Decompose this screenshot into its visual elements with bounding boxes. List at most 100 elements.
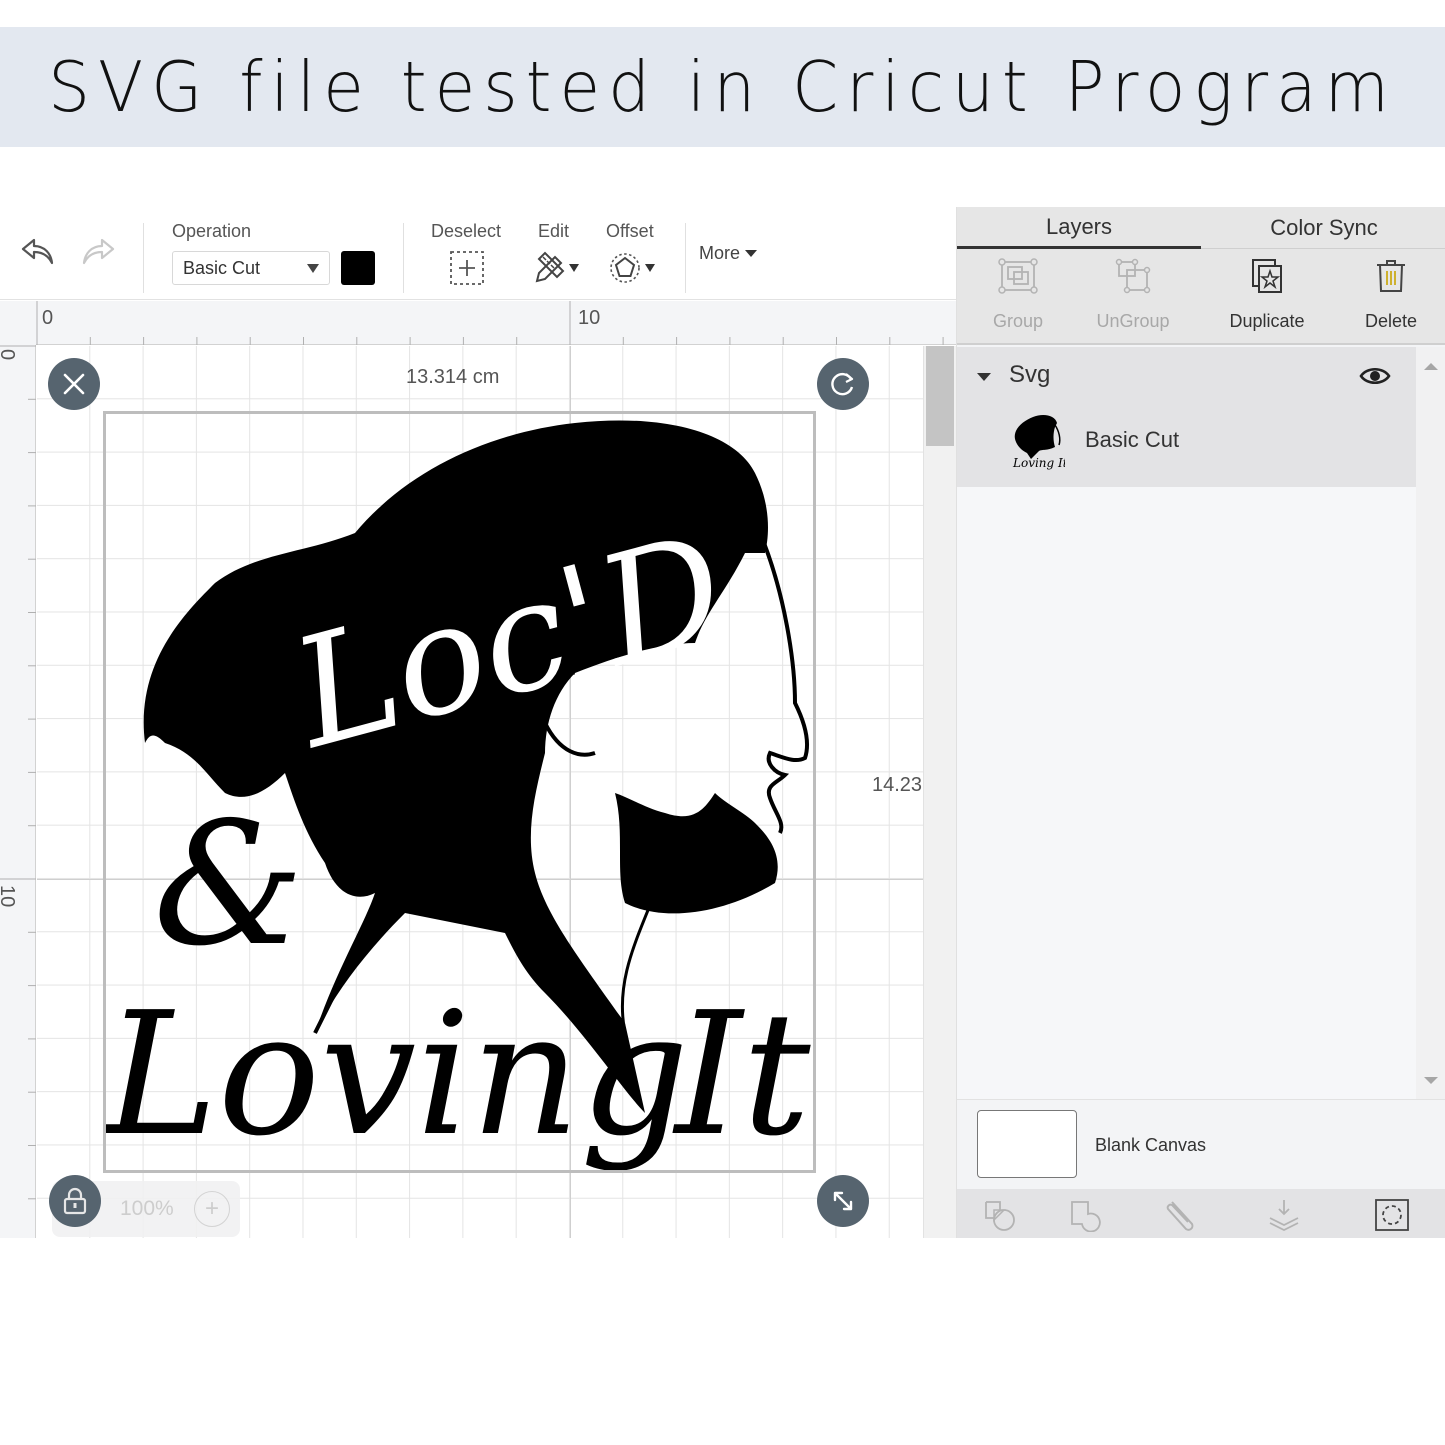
- group-button[interactable]: Group: [957, 249, 1079, 345]
- layers-list: Svg Loving It Basic Cut: [957, 347, 1416, 1099]
- operation-value: Basic Cut: [183, 257, 261, 278]
- delete-handle[interactable]: [48, 358, 100, 410]
- duplicate-label: Duplicate: [1229, 311, 1305, 331]
- offset-button[interactable]: [606, 249, 658, 287]
- eye-icon: [1359, 367, 1391, 385]
- layer-actions-bar: Group UnGroup Duplicate Delete: [957, 249, 1445, 345]
- ruler-left: 0 10: [0, 345, 36, 1238]
- layer-group-svg[interactable]: Svg Loving It Basic Cut: [957, 347, 1416, 487]
- ruler-left-ticks: [0, 345, 36, 1200]
- chevron-down-icon: [745, 250, 758, 257]
- layers-panel: Layers Color Sync Group UnGroup Duplicat…: [956, 207, 1445, 1238]
- slice-button[interactable]: [981, 1197, 1019, 1233]
- ruler-top-label: 10: [578, 307, 601, 329]
- attach-button[interactable]: [1161, 1197, 1199, 1233]
- pencil-ruler-icon: [535, 251, 565, 283]
- banner-title: SVG file tested in Cricut Program: [48, 46, 1397, 128]
- tab-color-sync[interactable]: Color Sync: [1202, 207, 1445, 249]
- contour-icon: [1375, 1199, 1409, 1231]
- rotate-icon: [831, 372, 854, 396]
- ungroup-button[interactable]: UnGroup: [1072, 249, 1194, 345]
- banner: SVG file tested in Cricut Program: [0, 27, 1445, 147]
- layer-thumbnail: Loving It: [1009, 411, 1068, 471]
- zoom-in-button[interactable]: +: [194, 1191, 230, 1227]
- canvas-vertical-scrollbar[interactable]: [923, 346, 956, 1238]
- ruler-top-ticks: [36, 301, 944, 345]
- visibility-toggle[interactable]: [1359, 365, 1391, 392]
- ungroup-label: UnGroup: [1096, 311, 1170, 331]
- layer-tools-bar: [957, 1189, 1445, 1238]
- layer-thumbnail-image: Loving It: [1012, 415, 1068, 470]
- deselect-label: Deselect: [431, 221, 502, 241]
- edit-toolbar: Operation Basic Cut Deselect Edit Offset: [0, 207, 956, 300]
- offset-label: Offset: [606, 221, 654, 241]
- deselect-button[interactable]: [448, 249, 486, 287]
- undo-icon: [21, 238, 54, 265]
- plus-icon: +: [204, 1195, 219, 1222]
- ruler-corner: [0, 301, 36, 345]
- flatten-icon: [1269, 1200, 1299, 1232]
- layers-scrollbar[interactable]: [1416, 347, 1445, 1099]
- zoom-value: 100%: [120, 1197, 174, 1220]
- scroll-down-icon[interactable]: [1424, 1077, 1438, 1084]
- blank-canvas-label: Blank Canvas: [1095, 1135, 1207, 1155]
- delete-label: Delete: [1364, 311, 1418, 331]
- toolbar-divider: [403, 223, 404, 293]
- layer-item-name[interactable]: Basic Cut: [1085, 427, 1179, 453]
- edit-label: Edit: [538, 221, 570, 241]
- duplicate-icon: [1252, 259, 1282, 293]
- ungroup-icon: [1115, 258, 1151, 294]
- slice-icon: [985, 1201, 1015, 1231]
- rotate-handle[interactable]: [817, 358, 869, 410]
- scroll-up-icon[interactable]: [1424, 363, 1438, 370]
- ruler-left-label: 10: [0, 885, 18, 908]
- layer-group-name: Svg: [1009, 361, 1051, 388]
- svg-text:Loving It: Loving It: [1012, 456, 1065, 470]
- screenshot-root: SVG file tested in Cricut Program Operat…: [0, 0, 1445, 1445]
- selection-bounding-box[interactable]: [103, 411, 816, 1173]
- lock-icon: [63, 1187, 87, 1215]
- weld-button[interactable]: [1067, 1197, 1105, 1233]
- ruler-top-label: 0: [42, 307, 54, 329]
- close-icon: [63, 373, 85, 395]
- flatten-button[interactable]: [1265, 1197, 1303, 1233]
- cricut-design-space: Operation Basic Cut Deselect Edit Offset: [0, 207, 1445, 1238]
- more-label: More: [699, 243, 741, 263]
- delete-button[interactable]: Delete: [1330, 249, 1445, 345]
- ruler-left-label: 0: [0, 349, 18, 360]
- weld-icon: [1071, 1201, 1101, 1232]
- more-button[interactable]: More: [699, 243, 758, 264]
- layer-color-swatch[interactable]: [341, 251, 375, 285]
- chevron-down-icon: [569, 264, 579, 272]
- duplicate-button[interactable]: Duplicate: [1206, 249, 1328, 345]
- tab-layers[interactable]: Layers: [957, 207, 1201, 249]
- paperclip-icon: [1166, 1201, 1194, 1231]
- group-label: Group: [992, 311, 1044, 331]
- canvas-area[interactable]: 0 10 0 10: [0, 301, 956, 1238]
- ruler-top: 0 10: [36, 301, 956, 345]
- operation-label: Operation: [172, 221, 252, 241]
- resize-icon: [833, 1191, 853, 1211]
- operation-select[interactable]: Basic Cut: [172, 251, 330, 285]
- width-dimension-label: 13.314 cm: [406, 366, 500, 388]
- chevron-down-icon: [307, 264, 319, 273]
- contour-button[interactable]: [1373, 1197, 1411, 1233]
- panel-tabs: Layers Color Sync: [957, 207, 1445, 249]
- scrollbar-thumb[interactable]: [926, 346, 954, 446]
- blank-canvas-row[interactable]: Blank Canvas: [957, 1099, 1445, 1189]
- caret-down-icon[interactable]: [977, 373, 991, 381]
- toolbar-divider: [685, 223, 686, 293]
- blank-canvas-thumbnail: [977, 1110, 1077, 1178]
- redo-button[interactable]: [78, 233, 118, 269]
- group-icon: [998, 258, 1038, 294]
- edit-button[interactable]: [530, 249, 582, 287]
- offset-icon: [610, 253, 640, 283]
- resize-handle[interactable]: [817, 1175, 869, 1227]
- toolbar-divider: [143, 223, 144, 293]
- trash-icon: [1377, 260, 1405, 292]
- height-dimension-label: 14.23: [872, 774, 923, 796]
- chevron-down-icon: [645, 264, 655, 272]
- undo-button[interactable]: [18, 233, 58, 269]
- redo-icon: [82, 238, 115, 265]
- lock-handle[interactable]: [49, 1175, 101, 1227]
